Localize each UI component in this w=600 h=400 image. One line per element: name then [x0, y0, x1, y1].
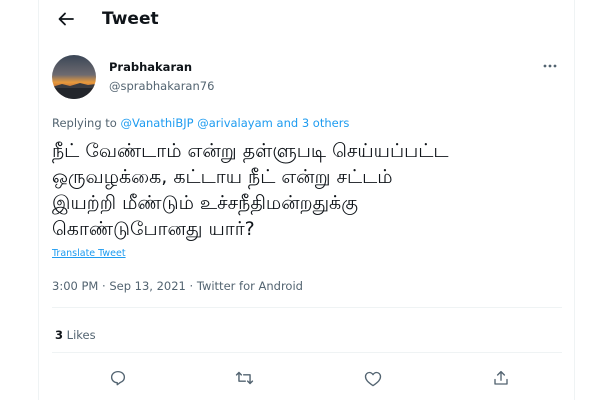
tweet-text: நீட் வேண்டாம் என்று தள்ளுபடி செய்யப்பட்ட…	[52, 138, 562, 242]
tweet-time[interactable]: 3:00 PM	[52, 279, 98, 293]
page-title: Tweet	[102, 9, 159, 29]
tweet-line: நீட் வேண்டாம் என்று தள்ளுபடி செய்யப்பட்ட	[52, 140, 449, 162]
meta-separator: ·	[189, 279, 194, 293]
more-options-button[interactable]	[540, 60, 560, 72]
tweet-source[interactable]: Twitter for Android	[197, 279, 303, 293]
meta-separator: ·	[102, 279, 106, 293]
replying-prefix: Replying to	[52, 116, 117, 130]
others-link[interactable]: 3 others	[302, 116, 350, 130]
retweet-button[interactable]	[231, 365, 257, 391]
reply-icon	[110, 370, 126, 386]
tweet-frame: Tweet Prabhakaran @sprabhakaran76 Replyi…	[38, 0, 575, 400]
tweet-line: இயற்றி மீண்டும் உச்சநீதிமன்றதுக்கு	[52, 192, 358, 214]
action-bar	[39, 365, 576, 391]
translate-link[interactable]: Translate Tweet	[52, 248, 126, 260]
sunset-avatar-icon	[52, 55, 96, 99]
tweet-meta: 3:00 PM · Sep 13, 2021 · Twitter for And…	[52, 279, 303, 293]
divider	[52, 352, 562, 353]
likes-label: Likes	[66, 328, 96, 342]
back-button[interactable]	[55, 8, 77, 30]
header: Tweet	[39, 0, 576, 38]
tweet-line: கொண்டுபோனது யார்?	[52, 218, 255, 240]
likes-stat[interactable]: 3 Likes	[55, 328, 96, 342]
reply-button[interactable]	[105, 365, 131, 391]
author-handle[interactable]: @sprabhakaran76	[109, 79, 214, 93]
share-icon	[494, 370, 508, 385]
tweet-date[interactable]: Sep 13, 2021	[109, 279, 186, 293]
divider	[52, 307, 562, 308]
tweet-line: ஒருவழக்கை, கட்டாய நீட் என்று சட்டம்	[52, 166, 393, 188]
more-icon	[543, 64, 557, 68]
likes-count: 3	[55, 328, 64, 342]
arrow-left-icon	[58, 12, 74, 26]
mention-link[interactable]: @VanathiBJP	[121, 116, 194, 130]
mention-link[interactable]: @arivalayam	[197, 116, 273, 130]
like-button[interactable]	[360, 365, 386, 391]
like-icon	[364, 371, 382, 386]
reply-conjunction: and	[276, 116, 299, 130]
replying-to: Replying to @VanathiBJP @arivalayam and …	[52, 116, 349, 130]
retweet-icon	[235, 371, 253, 385]
author-name[interactable]: Prabhakaran	[109, 60, 192, 74]
avatar[interactable]	[52, 55, 96, 99]
share-button[interactable]	[488, 365, 514, 391]
